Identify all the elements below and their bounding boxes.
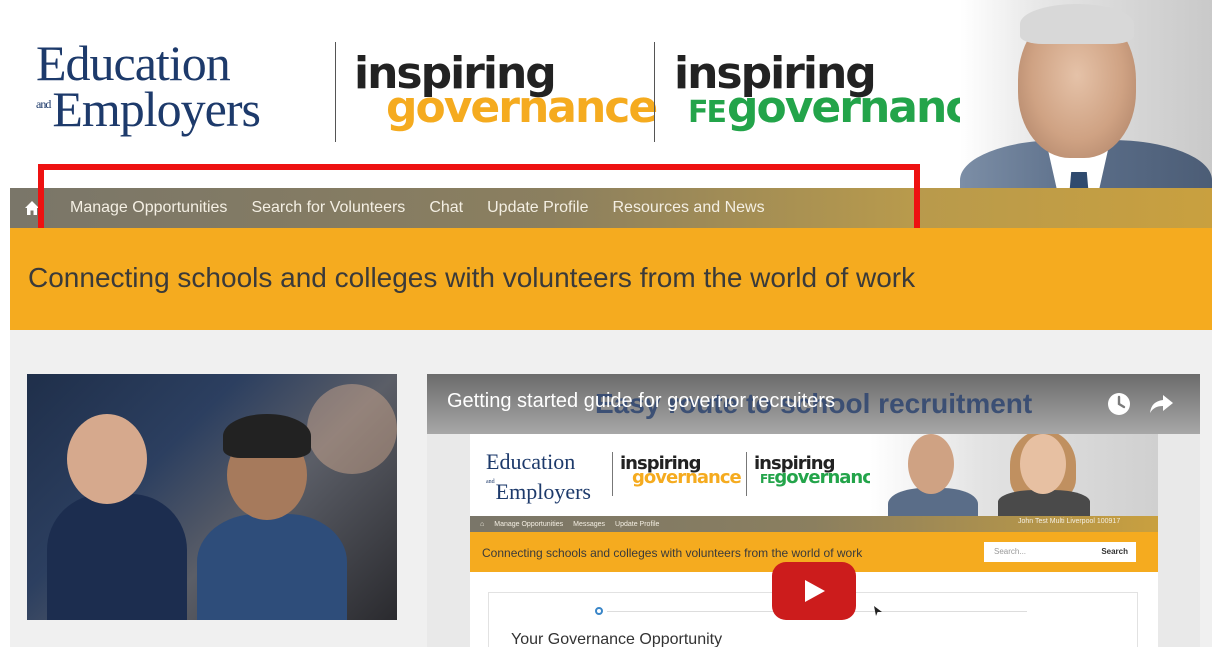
mini-search-button: Search [1101, 547, 1128, 556]
logo-governance-text: governance [386, 82, 658, 133]
mini-tagline: Connecting schools and colleges with vol… [482, 546, 863, 560]
logo-employers-text: Employers [52, 81, 261, 137]
mini-logo-governance: governance [632, 467, 742, 488]
logo-fe-governance-text: governance [727, 82, 999, 133]
tagline-text: Connecting schools and colleges with vol… [28, 262, 916, 293]
mini-logo-divider [612, 452, 613, 496]
mini-step-indicator [595, 607, 603, 615]
logo-fe-text: FE [688, 95, 727, 130]
mini-nav-messages: Messages [573, 520, 606, 528]
tagline-banner: Connecting schools and colleges with vol… [10, 228, 1212, 330]
mini-home-icon: ⌂ [480, 520, 485, 528]
video-player[interactable]: Education and Employers inspiring govern… [427, 374, 1200, 647]
video-title-bar: Easy route to school recruitment Getting… [427, 374, 1200, 434]
logo-divider [335, 42, 336, 142]
mini-inspiring-fe-logo: inspiring FEgovernance [754, 455, 884, 488]
education-and-employers-logo[interactable]: Education and Employers [36, 35, 261, 137]
logo-divider [654, 42, 655, 142]
mini-inspiring-governance-logo: inspiring governance [620, 455, 742, 488]
mini-search-box: Search... Search [984, 542, 1136, 562]
mini-education-employers-logo: Education and Employers [486, 449, 591, 504]
mini-logo-employers: Employers [495, 479, 591, 504]
volunteers-event-photo [27, 374, 397, 620]
mini-logo-fe-governance: governance [774, 467, 884, 488]
logo-and-text: and [36, 97, 51, 111]
inspiring-governance-logo[interactable]: inspiring governance [354, 52, 658, 133]
mini-search-placeholder: Search... [994, 547, 1027, 556]
logo-education-text: Education [36, 35, 231, 91]
mini-user-name: John Test Multi Liverpool 100917 [1018, 518, 1121, 525]
mini-logo-education: Education [486, 449, 576, 474]
share-icon[interactable] [1149, 392, 1175, 416]
inspiring-fe-governance-logo[interactable]: inspiring FEgovernance [674, 52, 999, 133]
mini-logo-and: and [486, 479, 495, 485]
clock-icon[interactable] [1107, 392, 1131, 416]
play-icon [805, 580, 825, 602]
video-title[interactable]: Getting started guide for governor recru… [447, 390, 835, 413]
mini-logo-fe: FE [760, 472, 775, 486]
mini-header-people-image [870, 430, 1158, 528]
mini-card-title: Your Governance Opportunity [511, 631, 723, 647]
mini-nav-update-profile: Update Profile [615, 520, 660, 528]
play-button[interactable] [772, 562, 856, 620]
mini-logo-divider [746, 452, 747, 496]
mini-nav-manage-opportunities: Manage Opportunities [494, 520, 564, 528]
